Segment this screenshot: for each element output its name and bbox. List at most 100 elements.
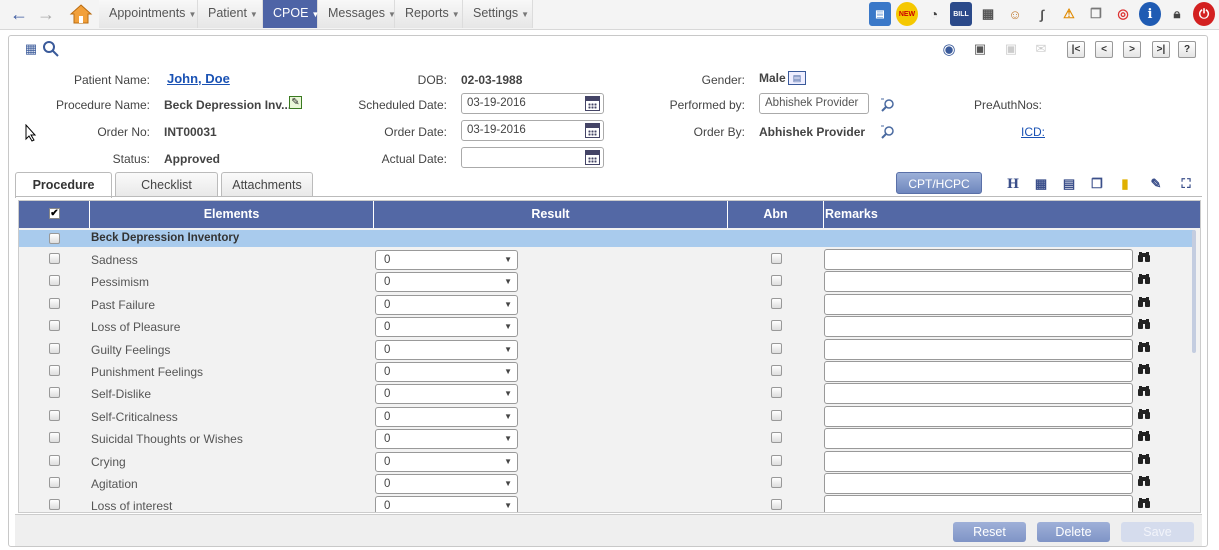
remarks-input[interactable] xyxy=(824,293,1133,315)
stethoscope-icon[interactable]: ∫ xyxy=(1031,2,1053,26)
result-select[interactable]: 0 ▼ xyxy=(375,384,518,405)
home-icon[interactable] xyxy=(69,3,93,25)
first-record-button[interactable]: |< xyxy=(1067,41,1085,58)
mail-icon[interactable]: ✉ xyxy=(1032,40,1050,58)
help-button[interactable]: ? xyxy=(1178,41,1196,58)
remarks-input[interactable] xyxy=(824,316,1133,338)
abn-checkbox[interactable] xyxy=(771,477,782,488)
id-card-icon[interactable]: ▤ xyxy=(788,71,806,85)
binoculars-icon[interactable] xyxy=(1137,430,1151,442)
remarks-input[interactable] xyxy=(824,361,1133,382)
binoculars-icon[interactable] xyxy=(1137,497,1151,509)
edit-document-icon[interactable]: ✎ xyxy=(1148,176,1164,192)
next-record-button[interactable]: > xyxy=(1123,41,1141,58)
calendar-icon[interactable] xyxy=(585,123,600,138)
notes-icon[interactable]: ▮ xyxy=(1117,176,1133,192)
lookup-search-icon[interactable] xyxy=(880,97,896,113)
info-icon[interactable]: i xyxy=(1139,2,1161,26)
patient-name-link[interactable]: John, Doe xyxy=(167,71,230,86)
binoculars-icon[interactable] xyxy=(1137,385,1151,397)
new-badge-icon[interactable]: NEW xyxy=(896,2,918,26)
last-record-button[interactable]: >| xyxy=(1152,41,1170,58)
abn-checkbox[interactable] xyxy=(771,342,782,354)
row-checkbox[interactable] xyxy=(49,387,60,399)
abn-checkbox[interactable] xyxy=(771,432,782,444)
group-checkbox[interactable] xyxy=(49,233,60,244)
menu-settings[interactable]: Settings ▼ xyxy=(463,0,533,28)
user-icon[interactable]: ☺ xyxy=(1004,2,1026,26)
binoculars-icon[interactable] xyxy=(1137,475,1151,487)
result-select[interactable]: 0 ▼ xyxy=(375,474,518,494)
remarks-input[interactable] xyxy=(824,495,1133,512)
fax-icon[interactable]: ▣ xyxy=(1002,40,1020,58)
abn-checkbox[interactable] xyxy=(771,275,782,287)
cpt-hcpc-button[interactable]: CPT/HCPC xyxy=(896,172,982,194)
icd-link[interactable]: ICD: xyxy=(1021,125,1045,139)
bill-icon[interactable]: BILL xyxy=(950,2,972,26)
edit-icon[interactable]: ✎ xyxy=(289,96,302,109)
menu-reports[interactable]: Reports ▼ xyxy=(395,0,463,28)
tab-procedure[interactable]: Procedure xyxy=(15,172,112,198)
print-icon[interactable]: ▣ xyxy=(971,40,989,58)
forward-arrow-icon[interactable]: → xyxy=(36,4,56,24)
back-arrow-icon[interactable]: ← xyxy=(9,4,29,24)
menu-messages[interactable]: Messages ▼ xyxy=(318,0,396,28)
abn-checkbox[interactable] xyxy=(771,387,782,399)
add-order-icon[interactable]: ▦ xyxy=(22,40,40,58)
result-select[interactable]: 0 ▼ xyxy=(375,294,518,315)
order-date-input[interactable]: 03-19-2016 xyxy=(461,120,604,141)
binoculars-icon[interactable] xyxy=(1137,341,1151,353)
row-checkbox[interactable] xyxy=(49,454,60,466)
scrollbar[interactable] xyxy=(1192,230,1196,353)
result-select[interactable]: 0 ▼ xyxy=(375,496,518,512)
previous-record-button[interactable]: < xyxy=(1095,41,1113,58)
actual-date-input[interactable] xyxy=(461,147,604,168)
row-checkbox[interactable] xyxy=(49,409,60,421)
power-icon[interactable]: ⏻ xyxy=(1193,2,1215,26)
row-checkbox[interactable] xyxy=(49,477,60,488)
grid-icon[interactable]: ▦ xyxy=(1033,176,1049,192)
row-checkbox[interactable] xyxy=(49,320,60,332)
abn-checkbox[interactable] xyxy=(771,409,782,421)
abn-checkbox[interactable] xyxy=(771,454,782,466)
help-ring-icon[interactable]: ◎ xyxy=(1112,2,1134,26)
menu-cpoe[interactable]: CPOE ▼ xyxy=(263,0,319,28)
row-checkbox[interactable] xyxy=(49,365,60,376)
tab-checklist[interactable]: Checklist xyxy=(115,172,218,197)
remarks-input[interactable] xyxy=(824,383,1133,405)
menu-patient[interactable]: Patient ▼ xyxy=(198,0,263,28)
binoculars-icon[interactable] xyxy=(1137,273,1151,285)
eye-icon[interactable]: ◉ xyxy=(940,40,958,58)
result-select[interactable]: 0 ▼ xyxy=(375,272,518,293)
row-checkbox[interactable] xyxy=(49,253,60,264)
reset-button[interactable]: Reset xyxy=(953,522,1026,542)
binoculars-icon[interactable] xyxy=(1137,363,1151,375)
row-checkbox[interactable] xyxy=(49,432,60,444)
scheduled-date-input[interactable]: 03-19-2016 xyxy=(461,93,604,114)
remarks-input[interactable] xyxy=(824,428,1133,450)
calendar-icon[interactable] xyxy=(585,150,600,165)
performed-by-input[interactable]: Abhishek Provider xyxy=(759,93,869,114)
result-select[interactable]: 0 ▼ xyxy=(375,406,518,427)
result-select[interactable]: 0 ▼ xyxy=(375,317,518,338)
expand-icon[interactable]: ⛶ xyxy=(1178,176,1194,192)
row-checkbox[interactable] xyxy=(49,275,60,287)
calendar-icon[interactable] xyxy=(585,96,600,111)
warning-icon[interactable]: ⚠ xyxy=(1058,2,1080,26)
copy-icon[interactable]: ❐ xyxy=(1085,2,1107,26)
abn-checkbox[interactable] xyxy=(771,320,782,332)
binoculars-icon[interactable] xyxy=(1137,318,1151,330)
result-select[interactable]: 0 ▼ xyxy=(375,362,518,382)
search-icon[interactable] xyxy=(42,40,60,58)
gauge-icon[interactable]: ◔ xyxy=(923,2,945,26)
lookup-search-icon[interactable] xyxy=(880,124,896,140)
row-checkbox[interactable] xyxy=(49,499,60,511)
remarks-input[interactable] xyxy=(824,405,1133,427)
binoculars-icon[interactable] xyxy=(1137,408,1151,420)
calendar-clock-icon[interactable]: ▦ xyxy=(977,2,999,26)
row-checkbox[interactable] xyxy=(49,342,60,354)
abn-checkbox[interactable] xyxy=(771,297,782,309)
binoculars-icon[interactable] xyxy=(1137,251,1151,263)
select-all-checkbox[interactable]: ✔ xyxy=(49,208,60,219)
menu-appointments[interactable]: Appointments ▼ xyxy=(99,0,198,28)
